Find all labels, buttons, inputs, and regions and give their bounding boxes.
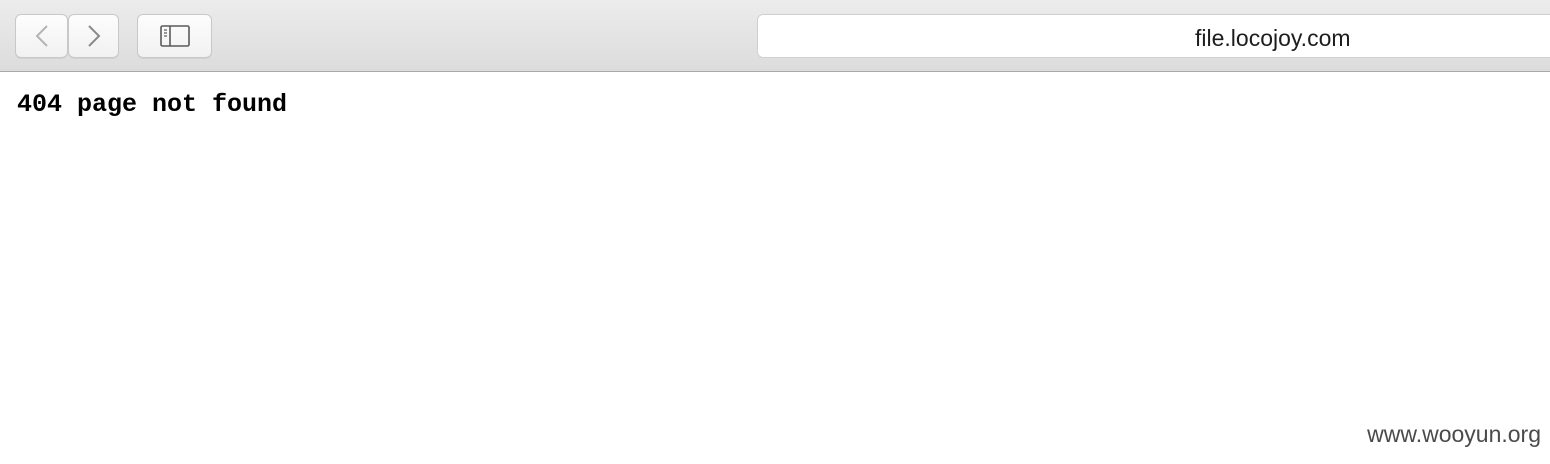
url-text: file.locojoy.com bbox=[1195, 25, 1351, 51]
forward-button[interactable] bbox=[68, 14, 119, 58]
watermark: www.wooyun.org bbox=[1367, 421, 1541, 447]
back-button[interactable] bbox=[15, 14, 68, 58]
chevron-left-icon bbox=[35, 25, 48, 47]
chevron-right-icon bbox=[87, 25, 100, 47]
sidebar-toggle-button[interactable] bbox=[137, 14, 212, 58]
sidebar-icon bbox=[159, 25, 190, 47]
browser-toolbar: file.locojoy.com bbox=[0, 0, 1550, 72]
address-bar[interactable]: file.locojoy.com bbox=[757, 14, 1550, 58]
page-body-text: 404 page not found bbox=[17, 90, 288, 119]
